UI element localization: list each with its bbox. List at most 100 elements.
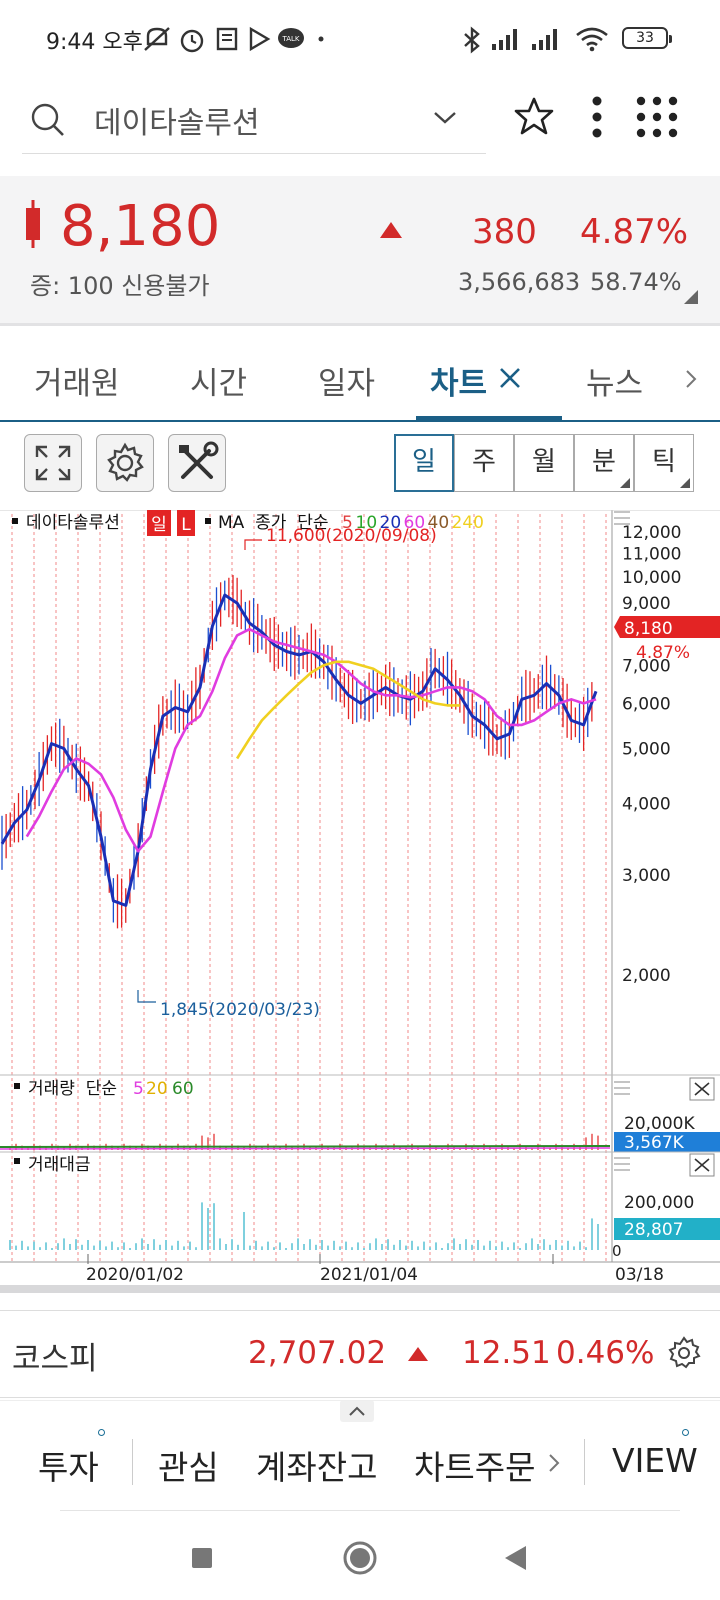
tab-chart[interactable]: 차트 bbox=[430, 358, 487, 403]
nav-watchlist[interactable]: 관심 bbox=[158, 1441, 219, 1489]
tab-time[interactable]: 시간 bbox=[190, 358, 247, 403]
stock-search-bar[interactable]: 데이타솔루션 bbox=[22, 88, 486, 154]
volume-panel-label: 거래량 단순 bbox=[28, 1079, 117, 1099]
back-icon[interactable] bbox=[502, 1544, 528, 1572]
y-tick-label: 10,000 bbox=[622, 568, 681, 588]
period-minute-label: 분 bbox=[592, 447, 616, 477]
tab-trader[interactable]: 거래원 bbox=[34, 358, 120, 403]
amount-panel-label: 거래대금 bbox=[28, 1155, 91, 1175]
tab-bar: 거래원 시간 일자 차트 뉴스 bbox=[0, 336, 720, 422]
log-scale-badge: L bbox=[181, 515, 191, 535]
svg-text:TALK: TALK bbox=[281, 35, 299, 43]
bluetooth-icon bbox=[464, 26, 480, 54]
x-label-2020: 2020/01/02 bbox=[86, 1265, 184, 1285]
amount-panel-menu-icon[interactable] bbox=[614, 1157, 630, 1171]
signal-icon bbox=[532, 29, 557, 50]
favorite-star-icon[interactable] bbox=[514, 96, 554, 136]
active-tab-indicator bbox=[416, 416, 562, 422]
tab-news[interactable]: 뉴스 bbox=[586, 358, 643, 403]
chevron-right-icon[interactable] bbox=[684, 368, 698, 390]
volume-panel-menu-icon[interactable] bbox=[614, 1081, 630, 1095]
chart-canvas[interactable]: 데이타솔루션 일 L MA 종가 단순 5 10 20 60 40 240 12,0001… bbox=[0, 509, 720, 1300]
nav-bottom-rule bbox=[60, 1510, 680, 1511]
y-tick-label: 6,000 bbox=[622, 694, 671, 714]
up-arrow-icon bbox=[380, 222, 402, 238]
period-daily[interactable]: 일 bbox=[394, 434, 454, 492]
tools-icon bbox=[179, 441, 219, 479]
alarm-icon bbox=[180, 29, 204, 53]
volume-panel-close-icon[interactable] bbox=[689, 1077, 715, 1101]
chart-scrollbar[interactable] bbox=[0, 1285, 720, 1293]
nav-divider bbox=[584, 1439, 585, 1485]
ma-period-240: 240 bbox=[452, 513, 484, 533]
tab-daily[interactable]: 일자 bbox=[318, 358, 375, 403]
status-time: 9:44 오후 bbox=[46, 30, 143, 55]
volume-ma-60: 60 bbox=[172, 1079, 194, 1099]
volume-ma-20: 20 bbox=[146, 1079, 168, 1099]
index-change: 12.51 bbox=[462, 1335, 551, 1371]
expand-button[interactable] bbox=[24, 434, 82, 492]
price-change-pct: 4.87% bbox=[580, 212, 689, 252]
y-tick-label: 5,000 bbox=[622, 739, 671, 759]
gear-icon bbox=[107, 442, 144, 482]
recent-apps-icon[interactable] bbox=[190, 1546, 214, 1570]
bottom-nav: 투자 관심 계좌잔고 차트주문 VIEW bbox=[0, 1400, 720, 1510]
period-monthly[interactable]: 월 bbox=[514, 434, 574, 492]
margin-info: 증: 100 신용불가 bbox=[30, 272, 210, 300]
market-index-row[interactable]: 코스피 2,707.02 12.51 0.46% bbox=[0, 1310, 720, 1398]
min-price-annotation: 1,845(2020/03/23) bbox=[160, 1000, 320, 1020]
status-bar: 9:44 오후 TALK 33 bbox=[0, 0, 720, 80]
y-tick-label: 2,000 bbox=[622, 966, 671, 986]
x-label-current: 03/18 bbox=[615, 1265, 664, 1285]
amount-panel-close-icon[interactable] bbox=[689, 1153, 715, 1177]
current-pct-tag: 4.87% bbox=[636, 643, 690, 663]
y-tick-label: 3,000 bbox=[622, 866, 671, 886]
index-value: 2,707.02 bbox=[248, 1335, 387, 1371]
nav-balance[interactable]: 계좌잔고 bbox=[256, 1441, 377, 1489]
signal-icon bbox=[492, 29, 517, 50]
chat-icon bbox=[318, 36, 324, 42]
home-icon[interactable] bbox=[342, 1540, 378, 1576]
period-tick[interactable]: 틱 bbox=[634, 434, 694, 492]
trade-volume: 3,566,683 bbox=[458, 268, 581, 296]
current-price-tag-label: 8,180 bbox=[624, 619, 673, 639]
corner-triangle-icon[interactable] bbox=[684, 290, 698, 304]
play-icon bbox=[249, 26, 271, 52]
grid-menu-icon[interactable] bbox=[636, 96, 678, 138]
close-icon[interactable] bbox=[498, 366, 522, 390]
amount-axis-tick: 200,000 bbox=[624, 1193, 694, 1213]
volume-ma-5: 5 bbox=[133, 1079, 144, 1099]
volume-ratio: 58.74% bbox=[590, 268, 682, 296]
wifi-icon bbox=[576, 27, 608, 52]
index-name: 코스피 bbox=[12, 1341, 98, 1377]
chevron-down-icon[interactable] bbox=[432, 108, 458, 128]
volume-current-value: 3,567K bbox=[624, 1133, 685, 1153]
current-price-tag: 8,180 bbox=[614, 616, 720, 639]
max-price-annotation: 11,600(2020/09/08) bbox=[266, 526, 437, 546]
index-change-pct: 0.46% bbox=[556, 1335, 655, 1371]
chart-stock-label: 데이타솔루션 bbox=[26, 513, 120, 533]
y-tick-label: 12,000 bbox=[622, 523, 681, 543]
chevron-right-icon[interactable] bbox=[548, 1453, 560, 1473]
gear-icon[interactable] bbox=[666, 1335, 702, 1371]
search-input[interactable]: 데이타솔루션 bbox=[94, 98, 260, 142]
nav-view-dot bbox=[682, 1429, 689, 1436]
search-icon[interactable] bbox=[30, 102, 66, 138]
more-vertical-icon[interactable] bbox=[590, 96, 604, 138]
period-minute[interactable]: 분 bbox=[574, 434, 634, 492]
nav-chart-order[interactable]: 차트주문 bbox=[414, 1441, 535, 1489]
nav-invest[interactable]: 투자 bbox=[38, 1441, 99, 1489]
price-chart[interactable]: 데이타솔루션 일 L MA 종가 단순 5 10 20 60 40 240 12,000 1… bbox=[0, 509, 720, 1300]
current-price: 8,180 bbox=[60, 194, 221, 259]
nav-view[interactable]: VIEW bbox=[612, 1441, 698, 1480]
mute-icon bbox=[144, 27, 170, 51]
period-tick-label: 틱 bbox=[652, 447, 676, 477]
up-arrow-icon bbox=[408, 1347, 428, 1361]
candle-icon bbox=[26, 200, 40, 248]
chart-settings-button[interactable] bbox=[96, 434, 154, 492]
y-tick-label: 9,000 bbox=[622, 594, 671, 614]
period-badge: 일 bbox=[151, 515, 167, 535]
nav-invest-dot bbox=[98, 1429, 105, 1436]
period-weekly[interactable]: 주 bbox=[454, 434, 514, 492]
drawing-tools-button[interactable] bbox=[168, 434, 226, 492]
